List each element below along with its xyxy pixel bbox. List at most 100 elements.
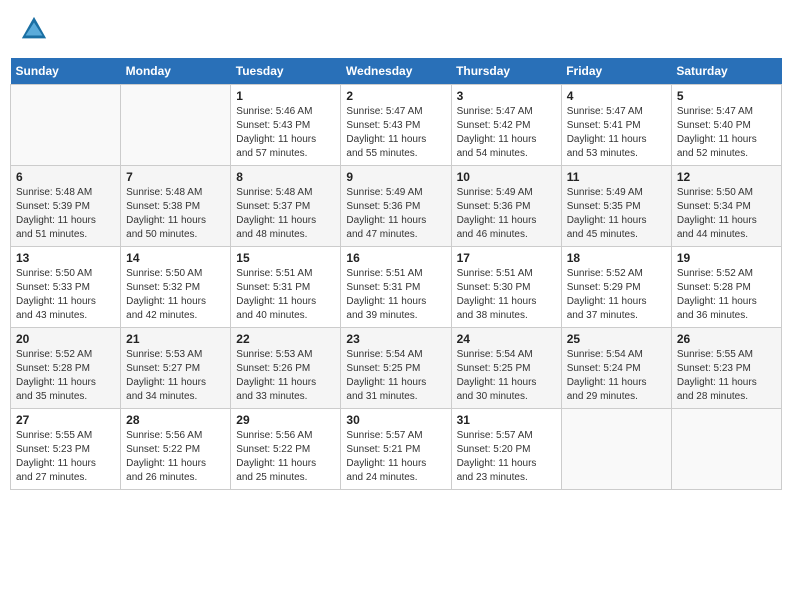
day-info: Sunrise: 5:49 AM Sunset: 5:35 PM Dayligh…: [567, 186, 666, 242]
weekday-header-thursday: Thursday: [451, 58, 561, 85]
day-number: 9: [346, 170, 445, 184]
day-number: 28: [126, 413, 225, 427]
weekday-header-wednesday: Wednesday: [341, 58, 451, 85]
day-number: 22: [236, 332, 335, 346]
day-info: Sunrise: 5:51 AM Sunset: 5:30 PM Dayligh…: [457, 267, 556, 323]
calendar-cell: 31 Sunrise: 5:57 AM Sunset: 5:20 PM Dayli…: [451, 409, 561, 490]
calendar-cell: [11, 85, 121, 166]
weekday-header-sunday: Sunday: [11, 58, 121, 85]
calendar-cell: 23 Sunrise: 5:54 AM Sunset: 5:25 PM Dayli…: [341, 328, 451, 409]
day-number: 11: [567, 170, 666, 184]
day-info: Sunrise: 5:48 AM Sunset: 5:39 PM Dayligh…: [16, 186, 115, 242]
calendar-cell: 17 Sunrise: 5:51 AM Sunset: 5:30 PM Dayli…: [451, 247, 561, 328]
weekday-header-row: SundayMondayTuesdayWednesdayThursdayFrid…: [11, 58, 782, 85]
calendar-week-row: 1 Sunrise: 5:46 AM Sunset: 5:43 PM Daylig…: [11, 85, 782, 166]
day-info: Sunrise: 5:46 AM Sunset: 5:43 PM Dayligh…: [236, 105, 335, 161]
day-number: 1: [236, 89, 335, 103]
calendar-cell: 30 Sunrise: 5:57 AM Sunset: 5:21 PM Dayli…: [341, 409, 451, 490]
calendar-cell: 24 Sunrise: 5:54 AM Sunset: 5:25 PM Dayli…: [451, 328, 561, 409]
day-info: Sunrise: 5:51 AM Sunset: 5:31 PM Dayligh…: [236, 267, 335, 323]
day-info: Sunrise: 5:48 AM Sunset: 5:37 PM Dayligh…: [236, 186, 335, 242]
day-number: 24: [457, 332, 556, 346]
logo: [20, 15, 52, 43]
day-number: 17: [457, 251, 556, 265]
page-header: [10, 10, 782, 48]
calendar-cell: 2 Sunrise: 5:47 AM Sunset: 5:43 PM Daylig…: [341, 85, 451, 166]
weekday-header-tuesday: Tuesday: [231, 58, 341, 85]
calendar-cell: 26 Sunrise: 5:55 AM Sunset: 5:23 PM Dayli…: [671, 328, 781, 409]
calendar-cell: 25 Sunrise: 5:54 AM Sunset: 5:24 PM Dayli…: [561, 328, 671, 409]
calendar-week-row: 6Sunrise: 5:48 AM Sunset: 5:39 PM Daylig…: [11, 166, 782, 247]
calendar-week-row: 27 Sunrise: 5:55 AM Sunset: 5:23 PM Dayli…: [11, 409, 782, 490]
day-number: 19: [677, 251, 776, 265]
calendar-cell: 28 Sunrise: 5:56 AM Sunset: 5:22 PM Dayli…: [121, 409, 231, 490]
calendar-cell: [121, 85, 231, 166]
day-info: Sunrise: 5:53 AM Sunset: 5:27 PM Dayligh…: [126, 348, 225, 404]
day-info: Sunrise: 5:52 AM Sunset: 5:28 PM Dayligh…: [16, 348, 115, 404]
calendar-cell: 18Sunrise: 5:52 AM Sunset: 5:29 PM Dayli…: [561, 247, 671, 328]
calendar-cell: 15 Sunrise: 5:51 AM Sunset: 5:31 PM Dayli…: [231, 247, 341, 328]
day-number: 31: [457, 413, 556, 427]
day-number: 26: [677, 332, 776, 346]
day-number: 23: [346, 332, 445, 346]
day-info: Sunrise: 5:56 AM Sunset: 5:22 PM Dayligh…: [126, 429, 225, 485]
weekday-header-saturday: Saturday: [671, 58, 781, 85]
day-info: Sunrise: 5:47 AM Sunset: 5:42 PM Dayligh…: [457, 105, 556, 161]
day-info: Sunrise: 5:47 AM Sunset: 5:41 PM Dayligh…: [567, 105, 666, 161]
day-number: 27: [16, 413, 115, 427]
calendar-cell: 19 Sunrise: 5:52 AM Sunset: 5:28 PM Dayli…: [671, 247, 781, 328]
calendar-cell: 20 Sunrise: 5:52 AM Sunset: 5:28 PM Dayli…: [11, 328, 121, 409]
day-number: 15: [236, 251, 335, 265]
weekday-header-monday: Monday: [121, 58, 231, 85]
day-info: Sunrise: 5:52 AM Sunset: 5:28 PM Dayligh…: [677, 267, 776, 323]
day-number: 2: [346, 89, 445, 103]
day-info: Sunrise: 5:57 AM Sunset: 5:21 PM Dayligh…: [346, 429, 445, 485]
day-number: 5: [677, 89, 776, 103]
day-number: 25: [567, 332, 666, 346]
day-info: Sunrise: 5:47 AM Sunset: 5:40 PM Dayligh…: [677, 105, 776, 161]
day-info: Sunrise: 5:50 AM Sunset: 5:32 PM Dayligh…: [126, 267, 225, 323]
day-number: 10: [457, 170, 556, 184]
calendar-cell: 11 Sunrise: 5:49 AM Sunset: 5:35 PM Dayli…: [561, 166, 671, 247]
day-info: Sunrise: 5:51 AM Sunset: 5:31 PM Dayligh…: [346, 267, 445, 323]
day-info: Sunrise: 5:50 AM Sunset: 5:34 PM Dayligh…: [677, 186, 776, 242]
calendar-cell: 13 Sunrise: 5:50 AM Sunset: 5:33 PM Dayli…: [11, 247, 121, 328]
calendar-cell: 3Sunrise: 5:47 AM Sunset: 5:42 PM Daylig…: [451, 85, 561, 166]
calendar-cell: 22Sunrise: 5:53 AM Sunset: 5:26 PM Dayli…: [231, 328, 341, 409]
day-info: Sunrise: 5:55 AM Sunset: 5:23 PM Dayligh…: [16, 429, 115, 485]
calendar-cell: 7Sunrise: 5:48 AM Sunset: 5:38 PM Daylig…: [121, 166, 231, 247]
day-number: 4: [567, 89, 666, 103]
day-info: Sunrise: 5:54 AM Sunset: 5:25 PM Dayligh…: [346, 348, 445, 404]
calendar-cell: [561, 409, 671, 490]
day-info: Sunrise: 5:47 AM Sunset: 5:43 PM Dayligh…: [346, 105, 445, 161]
day-number: 29: [236, 413, 335, 427]
day-number: 30: [346, 413, 445, 427]
day-info: Sunrise: 5:55 AM Sunset: 5:23 PM Dayligh…: [677, 348, 776, 404]
calendar-cell: 16 Sunrise: 5:51 AM Sunset: 5:31 PM Dayli…: [341, 247, 451, 328]
day-number: 16: [346, 251, 445, 265]
day-number: 8: [236, 170, 335, 184]
day-info: Sunrise: 5:56 AM Sunset: 5:22 PM Dayligh…: [236, 429, 335, 485]
day-info: Sunrise: 5:54 AM Sunset: 5:25 PM Dayligh…: [457, 348, 556, 404]
calendar-cell: 6Sunrise: 5:48 AM Sunset: 5:39 PM Daylig…: [11, 166, 121, 247]
day-info: Sunrise: 5:48 AM Sunset: 5:38 PM Dayligh…: [126, 186, 225, 242]
day-info: Sunrise: 5:54 AM Sunset: 5:24 PM Dayligh…: [567, 348, 666, 404]
day-number: 13: [16, 251, 115, 265]
day-info: Sunrise: 5:49 AM Sunset: 5:36 PM Dayligh…: [346, 186, 445, 242]
calendar-week-row: 13 Sunrise: 5:50 AM Sunset: 5:33 PM Dayli…: [11, 247, 782, 328]
calendar-cell: 29 Sunrise: 5:56 AM Sunset: 5:22 PM Dayli…: [231, 409, 341, 490]
day-number: 20: [16, 332, 115, 346]
calendar-cell: 14 Sunrise: 5:50 AM Sunset: 5:32 PM Dayli…: [121, 247, 231, 328]
calendar-cell: 9 Sunrise: 5:49 AM Sunset: 5:36 PM Daylig…: [341, 166, 451, 247]
logo-icon: [20, 15, 48, 43]
day-info: Sunrise: 5:57 AM Sunset: 5:20 PM Dayligh…: [457, 429, 556, 485]
calendar-cell: 27 Sunrise: 5:55 AM Sunset: 5:23 PM Dayli…: [11, 409, 121, 490]
calendar-cell: 10Sunrise: 5:49 AM Sunset: 5:36 PM Dayli…: [451, 166, 561, 247]
weekday-header-friday: Friday: [561, 58, 671, 85]
day-number: 14: [126, 251, 225, 265]
calendar-cell: 4 Sunrise: 5:47 AM Sunset: 5:41 PM Daylig…: [561, 85, 671, 166]
calendar-cell: 12Sunrise: 5:50 AM Sunset: 5:34 PM Dayli…: [671, 166, 781, 247]
calendar-week-row: 20 Sunrise: 5:52 AM Sunset: 5:28 PM Dayli…: [11, 328, 782, 409]
day-info: Sunrise: 5:50 AM Sunset: 5:33 PM Dayligh…: [16, 267, 115, 323]
calendar-cell: 5 Sunrise: 5:47 AM Sunset: 5:40 PM Daylig…: [671, 85, 781, 166]
